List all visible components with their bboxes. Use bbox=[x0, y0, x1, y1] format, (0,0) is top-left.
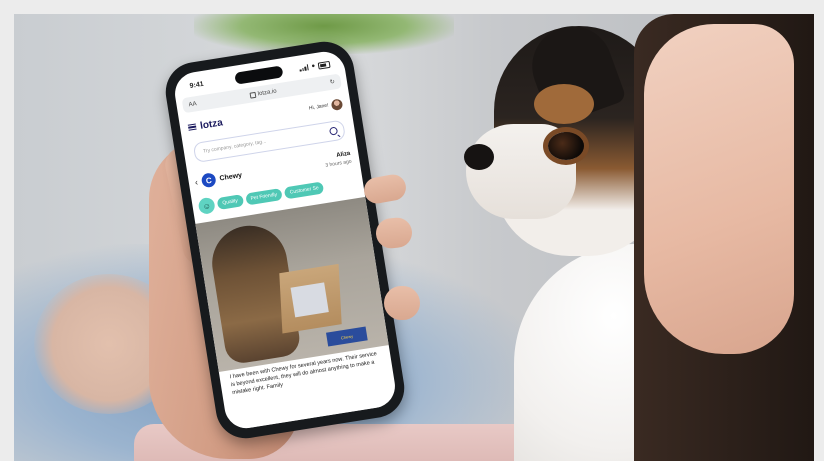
wifi-icon: ● bbox=[311, 63, 316, 70]
battery-icon bbox=[317, 60, 331, 70]
box-contents bbox=[290, 282, 329, 318]
status-time: 9:41 bbox=[189, 80, 205, 90]
dog-tan-marking bbox=[534, 84, 594, 124]
app-logo[interactable]: lotza bbox=[199, 117, 223, 131]
dog-nose bbox=[464, 144, 494, 170]
company-logo[interactable]: C bbox=[200, 172, 217, 189]
avatar[interactable] bbox=[330, 97, 344, 111]
post-company: ‹ C Chewy bbox=[194, 168, 243, 189]
text-size-button[interactable]: AA bbox=[188, 101, 197, 108]
back-icon[interactable]: ‹ bbox=[194, 177, 199, 187]
box-brand-label: Chewy bbox=[326, 326, 368, 347]
search-placeholder: Try company, category, tag... bbox=[202, 138, 267, 155]
photo-frame: 9:41 ● AA lotza.io ↻ lotza Hi, Jane! Try… bbox=[14, 14, 814, 461]
post-image[interactable]: Chewy bbox=[195, 196, 389, 372]
dog-eye bbox=[548, 132, 584, 160]
user-greeting[interactable]: Hi, Jane! bbox=[308, 97, 344, 114]
status-icons: ● bbox=[299, 60, 331, 72]
smiley-mascot-icon: ☺ bbox=[197, 196, 216, 215]
url-text: lotza.io bbox=[257, 88, 278, 97]
greeting-text: Hi, Jane! bbox=[308, 102, 329, 112]
signal-icon bbox=[299, 64, 310, 72]
reload-icon[interactable]: ↻ bbox=[329, 78, 335, 86]
tag-chip[interactable]: Pet Friendly bbox=[244, 187, 283, 206]
url-display[interactable]: lotza.io bbox=[249, 88, 278, 99]
company-name[interactable]: Chewy bbox=[219, 171, 242, 181]
finger bbox=[384, 286, 420, 320]
tag-chip[interactable]: Quality bbox=[216, 194, 244, 211]
menu-icon[interactable] bbox=[187, 123, 197, 131]
lock-icon bbox=[249, 91, 257, 99]
search-icon[interactable] bbox=[328, 126, 339, 136]
post-meta: Aliza 3 hours ago bbox=[324, 151, 352, 168]
woman-face bbox=[644, 24, 794, 354]
tag-chip[interactable]: Customer Se bbox=[284, 181, 325, 200]
brand: lotza bbox=[187, 117, 223, 133]
